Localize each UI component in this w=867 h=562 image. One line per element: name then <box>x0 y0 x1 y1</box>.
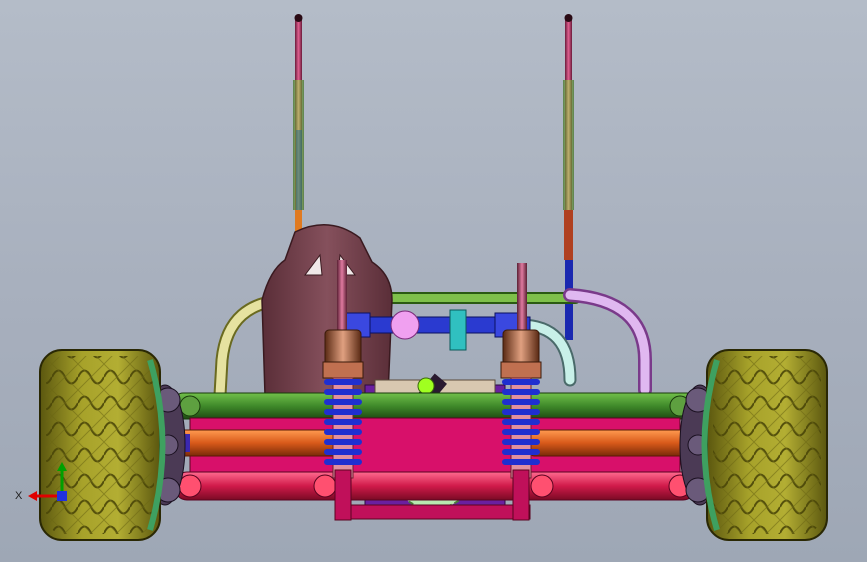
x-axis-label: X <box>15 490 23 502</box>
tire-right <box>701 349 828 541</box>
upper-a-arm <box>174 392 696 420</box>
z-axis-arrow <box>57 491 67 501</box>
cad-viewport[interactable]: X <box>0 0 867 562</box>
tire-left <box>39 349 166 541</box>
coordinate-triad: X <box>15 462 67 502</box>
rc-car-model[interactable] <box>0 0 867 562</box>
